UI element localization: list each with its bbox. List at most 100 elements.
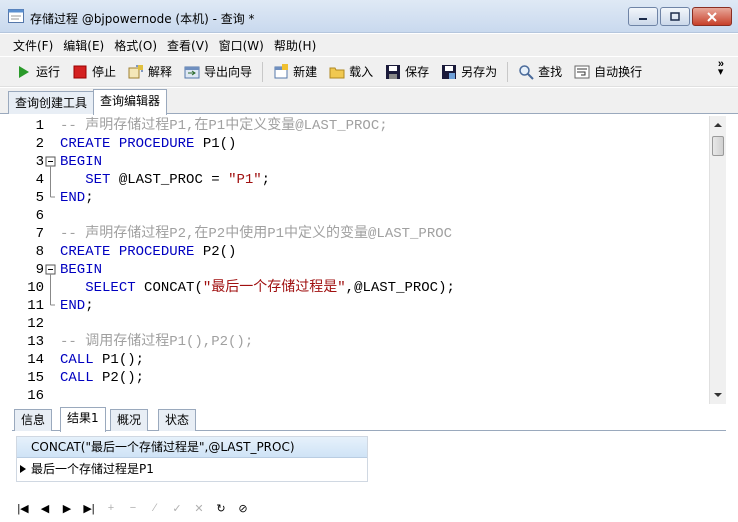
line-number: 2: [35, 136, 44, 152]
code-token: P2();: [93, 370, 145, 386]
sql-string: "P1": [228, 172, 262, 188]
code-folding-margin: [45, 156, 56, 306]
code-line[interactable]: BEGIN: [60, 153, 102, 171]
window-title: 存储过程 @bjpowernode (本机) - 查询 *: [30, 12, 255, 26]
save-icon: [386, 64, 401, 79]
title-bar: 存储过程 @bjpowernode (本机) - 查询 *: [0, 0, 738, 33]
word-wrap-label: 自动换行: [594, 65, 643, 79]
line-number: 13: [27, 334, 44, 350]
code-token: ;: [85, 190, 94, 206]
sql-keyword: END: [60, 298, 86, 314]
add-record-icon[interactable]: +: [102, 499, 120, 517]
save-as-button[interactable]: 另存为: [435, 60, 503, 84]
save-as-icon: [442, 64, 457, 79]
find-button[interactable]: 查找: [512, 60, 568, 84]
line-number: 15: [27, 370, 44, 386]
tab-status[interactable]: 状态: [158, 409, 197, 431]
code-line[interactable]: CREATE PROCEDURE P1(): [60, 135, 236, 153]
code-line[interactable]: CREATE PROCEDURE P2(): [60, 243, 236, 261]
load-button[interactable]: 载入: [323, 60, 379, 84]
editor-vertical-scrollbar[interactable]: [709, 116, 726, 404]
current-row-indicator-icon: [20, 465, 26, 473]
code-line[interactable]: END;: [60, 189, 94, 207]
code-line[interactable]: -- 声明存储过程P2,在P2中使用P1中定义的变量@LAST_PROC: [60, 225, 452, 243]
stop-button[interactable]: 停止: [66, 60, 122, 84]
stop-query-icon[interactable]: ⊘: [234, 499, 252, 517]
delete-record-icon[interactable]: −: [124, 499, 142, 517]
line-number: 9: [35, 262, 44, 278]
minimize-button[interactable]: [628, 7, 658, 26]
tab-query-builder[interactable]: 查询创建工具: [8, 91, 95, 114]
table-row[interactable]: 最后一个存储过程是P1: [17, 459, 367, 480]
result-grid[interactable]: CONCAT("最后一个存储过程是",@LAST_PROC) 最后一个存储过程是…: [16, 436, 368, 482]
tab-result-1[interactable]: 结果1: [60, 407, 106, 432]
sql-keyword: SELECT: [85, 280, 136, 296]
next-record-icon[interactable]: ▶: [58, 499, 76, 517]
apply-changes-icon[interactable]: ✓: [168, 499, 186, 517]
toolbar-overflow-chevron-icon[interactable]: » ▾: [718, 59, 724, 78]
export-wizard-button[interactable]: 导出向导: [178, 60, 258, 84]
scrollbar-thumb[interactable]: [712, 136, 724, 156]
code-line[interactable]: -- 声明存储过程P1,在P1中定义变量@LAST_PROC;: [60, 117, 388, 135]
export-wizard-icon: [184, 66, 200, 78]
maximize-button[interactable]: [660, 7, 690, 26]
sql-keyword: CREATE: [60, 136, 111, 152]
sql-comment: -- 调用存储过程P1(),P2();: [60, 334, 254, 350]
code-token: @LAST_PROC =: [110, 172, 229, 188]
result-tabs: 信息 结果1 概况 状态: [12, 407, 726, 432]
explain-icon: [128, 64, 144, 78]
menu-file[interactable]: 文件(F): [8, 37, 58, 54]
code-line[interactable]: SET @LAST_PROC = "P1";: [60, 171, 270, 189]
tab-query-editor[interactable]: 查询编辑器: [93, 89, 168, 115]
code-line[interactable]: -- 调用存储过程P1(),P2();: [60, 333, 253, 351]
line-number: 3: [35, 154, 44, 170]
line-number: 4: [35, 172, 44, 188]
first-record-icon[interactable]: |◀: [14, 499, 32, 517]
tab-profile[interactable]: 概况: [110, 409, 149, 431]
code-token: P2(): [194, 244, 237, 260]
code-line[interactable]: CALL P2();: [60, 369, 144, 387]
sql-keyword: CALL: [60, 352, 94, 368]
sql-comment: -- 声明存储过程P2,在P2中使用P1中定义的变量@LAST_PROC: [60, 226, 453, 242]
edit-record-icon[interactable]: ⁄: [146, 499, 164, 517]
close-button[interactable]: [692, 7, 732, 26]
save-button[interactable]: 保存: [379, 60, 435, 84]
code-line[interactable]: CALL P1();: [60, 351, 144, 369]
explain-button[interactable]: 解释: [122, 60, 178, 84]
last-record-icon[interactable]: ▶|: [80, 499, 98, 517]
line-number-gutter: 1 2 3 4 5 6 7 8 9 10 11 12 13 14 15 16: [12, 116, 44, 404]
code-line[interactable]: BEGIN: [60, 261, 102, 279]
scroll-down-arrow-icon[interactable]: [710, 388, 726, 402]
menu-format[interactable]: 格式(O): [109, 37, 162, 54]
result-column-header[interactable]: CONCAT("最后一个存储过程是",@LAST_PROC): [17, 437, 367, 458]
run-button[interactable]: 运行: [10, 60, 66, 84]
menu-view[interactable]: 查看(V): [162, 37, 214, 54]
refresh-icon[interactable]: ↻: [212, 499, 230, 517]
code-line[interactable]: END;: [60, 297, 94, 315]
scroll-up-arrow-icon[interactable]: [710, 118, 726, 132]
menu-window[interactable]: 窗口(W): [214, 37, 269, 54]
save-label: 保存: [405, 65, 430, 79]
fold-marker-begin-2: [45, 264, 56, 306]
previous-record-icon[interactable]: ◀: [36, 499, 54, 517]
sql-editor[interactable]: 1 2 3 4 5 6 7 8 9 10 11 12 13 14 15 16 -- 声明存储过程P1,在P1中…: [12, 116, 726, 404]
word-wrap-button[interactable]: 自动换行: [568, 60, 648, 84]
menu-help[interactable]: 帮助(H): [269, 37, 321, 54]
code-line[interactable]: SELECT CONCAT("最后一个存储过程是",@LAST_PROC);: [60, 279, 455, 297]
discard-changes-icon[interactable]: ✕: [190, 499, 208, 517]
sql-keyword: CALL: [60, 370, 94, 386]
tab-info[interactable]: 信息: [14, 409, 53, 431]
sql-string: "最后一个存储过程是": [202, 280, 346, 296]
code-token: P1();: [93, 352, 145, 368]
new-button[interactable]: 新建: [267, 60, 323, 84]
toolbar-divider: [507, 61, 509, 82]
sql-keyword: CREATE: [60, 244, 111, 260]
result-cell[interactable]: 最后一个存储过程是P1: [31, 462, 154, 476]
line-number: 6: [35, 208, 44, 224]
menu-edit[interactable]: 编辑(E): [58, 37, 109, 54]
minimize-icon: [639, 17, 647, 20]
sql-comment: -- 声明存储过程P1,在P1中定义变量@LAST_PROC;: [60, 118, 388, 134]
export-wizard-label: 导出向导: [204, 65, 253, 79]
